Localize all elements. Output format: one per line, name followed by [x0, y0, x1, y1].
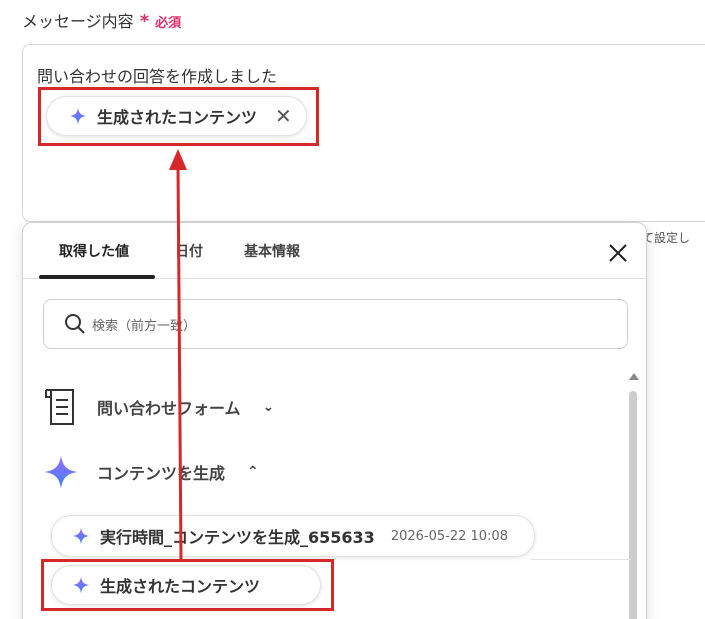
section-label: 問い合わせフォーム: [97, 399, 241, 418]
ai-sparkle-icon: [72, 527, 90, 545]
scroll-up-arrow[interactable]: [629, 373, 639, 380]
required-star: *: [139, 11, 150, 32]
section-generate-content[interactable]: コンテンツを生成 ⌃: [43, 454, 259, 490]
list-item-execution-time[interactable]: 実行時間_コンテンツを生成_655633 2026-05-22 10:08: [51, 515, 535, 557]
tab-acquired-values[interactable]: 取得した値: [59, 241, 129, 261]
chevron-up-icon: ⌃: [247, 464, 259, 480]
active-tab-indicator: [39, 275, 155, 279]
search-icon: [65, 314, 85, 334]
divider: [531, 559, 631, 560]
section-inquiry-form[interactable]: 問い合わせフォーム ⌄: [43, 387, 274, 427]
close-icon[interactable]: [608, 243, 628, 263]
chevron-down-icon: ⌄: [262, 399, 275, 415]
form-document-icon: [45, 389, 74, 425]
message-text: 問い合わせの回答を作成しました: [37, 67, 278, 86]
scrollbar-thumb[interactable]: [629, 391, 637, 619]
required-badge: 必須: [155, 16, 182, 31]
section-label: コンテンツを生成: [97, 464, 226, 483]
message-field-label: メッセージ内容 * 必須: [22, 8, 181, 32]
tab-basic-info[interactable]: 基本情報: [244, 241, 300, 261]
search-placeholder: 検索（前方一致）: [92, 318, 197, 334]
hint-text: て設定し: [642, 231, 691, 245]
ai-sparkle-icon: [44, 455, 78, 489]
highlight-box-textarea-chip: [38, 87, 319, 146]
search-input[interactable]: 検索（前方一致）: [43, 299, 628, 349]
tab-date[interactable]: 日付: [175, 241, 203, 261]
tab-bar: 取得した値 日付 基本情報: [23, 223, 646, 279]
list-item-label: 実行時間_コンテンツを生成_655633: [100, 528, 375, 547]
message-label-text: メッセージ内容: [22, 12, 134, 31]
list-item-value: 2026-05-22 10:08: [390, 528, 508, 544]
highlight-box-list-item: [41, 559, 334, 611]
